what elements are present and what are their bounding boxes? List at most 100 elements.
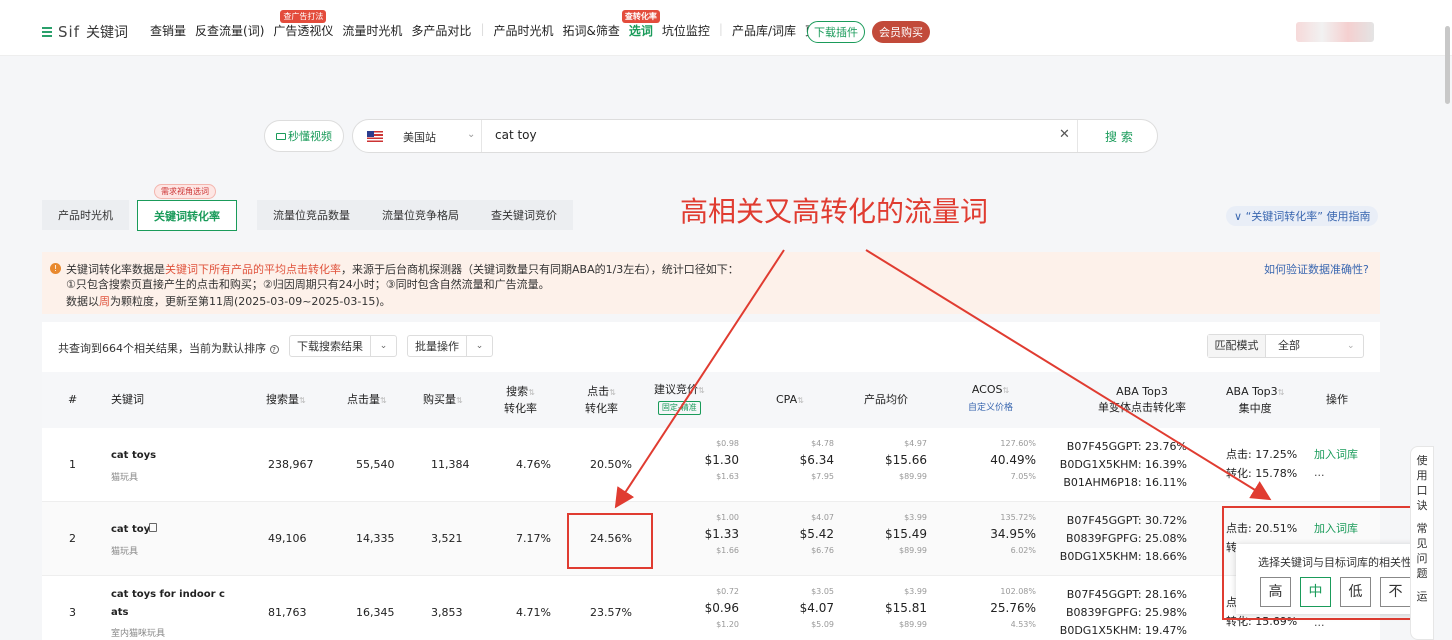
tab-4[interactable]: 查关键词竞价 [475, 200, 573, 230]
keyword-text-wrap[interactable]: ats [111, 607, 128, 618]
table-header: # 关键词 搜索量⇅ 点击量⇅ 购买量⇅ 搜索⇅ 转化率 点击⇅ 转化率 建议竞价⇅… [42, 372, 1380, 428]
suggested-bid: $0.72 $0.96 $1.20 [683, 586, 739, 630]
aba-asin-line[interactable]: B07F45GGPT: 28.16% [1052, 586, 1187, 604]
aba-asin-line[interactable]: B07F45GGPT: 23.76% [1052, 438, 1187, 456]
relevance-option-3[interactable]: 不 [1380, 577, 1411, 607]
more-actions[interactable]: ... [1314, 466, 1325, 479]
col-aba-top3-concentration[interactable]: ABA Top3⇅ 集中度 [1226, 384, 1284, 417]
nav-item-3[interactable]: 流量时光机 [342, 22, 402, 39]
download-results-button[interactable]: 下载搜索结果 ⌄ [289, 335, 397, 357]
tab-badge: 需求视角选词 [154, 184, 216, 199]
match-mode-select[interactable]: 匹配模式 全部 ⌄ [1207, 334, 1364, 358]
bid-mode-pill[interactable]: 固定-精准 [657, 401, 701, 415]
cpa-value-high: $6.76 [811, 546, 834, 555]
side-tab-char: 见 [1416, 537, 1428, 550]
aba-asin-line[interactable]: B07F45GGPT: 30.72% [1052, 512, 1187, 530]
nav-item-8[interactable]: 坑位监控 [662, 22, 710, 39]
avg-price-high: $89.99 [899, 472, 927, 481]
copy-icon[interactable] [149, 523, 157, 532]
tab-0[interactable]: 产品时光机 [42, 200, 129, 230]
relevance-option-2[interactable]: 低 [1340, 577, 1371, 607]
match-mode-value[interactable]: 全部 [1266, 335, 1347, 357]
help-icon[interactable]: ? [269, 345, 279, 354]
suggested-bid: $1.00 $1.33 $1.66 [683, 512, 739, 556]
logo[interactable]: Sif 关键词 [42, 22, 128, 42]
col-acos[interactable]: ACOS⇅ 自定义价格 [968, 382, 1013, 416]
site-select[interactable]: 美国站 [403, 129, 436, 145]
tab-2[interactable]: 流量位竞品数量 [257, 200, 366, 230]
keyword-text[interactable]: cat toys for indoor c [111, 589, 225, 600]
avg-price: $4.97 $15.66 $89.99 [871, 438, 927, 482]
col-click-cvr[interactable]: 点击⇅ 转化率 [585, 384, 618, 417]
clear-icon[interactable]: ✕ [1059, 127, 1070, 142]
tab-3[interactable]: 流量位竞争格局 [366, 200, 475, 230]
chevron-down-icon[interactable]: ⌄ [1347, 335, 1363, 357]
aba-asin-line[interactable]: B0DG1X5KHM: 18.66% [1052, 548, 1187, 566]
menu-icon[interactable] [42, 27, 52, 37]
acos-value-high: 6.02% [1010, 546, 1036, 555]
cpa-value: $4.07 $5.42 $6.76 [778, 512, 834, 556]
nav-item-4[interactable]: 多产品对比 [411, 22, 471, 39]
verify-accuracy-link[interactable]: 如何验证数据准确性? [1264, 261, 1369, 277]
match-mode-label: 匹配模式 [1208, 335, 1266, 357]
click-cvr: 20.50% [590, 458, 632, 471]
relevance-option-0[interactable]: 高 [1260, 577, 1291, 607]
nav-item-1[interactable]: 反查流量(词) [195, 22, 264, 39]
col-operation: 操作 [1326, 393, 1348, 406]
row-index: 3 [69, 606, 76, 619]
video-guide-button[interactable]: 秒懂视频 [264, 120, 344, 152]
acos-custom-price-link[interactable]: 自定义价格 [968, 403, 1013, 413]
batch-action-button[interactable]: 批量操作 ⌄ [407, 335, 493, 357]
user-avatar[interactable] [1296, 22, 1374, 42]
avg-price-mid: $15.49 [885, 527, 927, 541]
row-index: 2 [69, 532, 76, 545]
info-icon: ! [50, 263, 61, 274]
side-tab-char: 运 [1416, 590, 1428, 603]
download-plugin-button[interactable]: 下载插件 [807, 21, 865, 43]
keyword-text[interactable]: cat toy [111, 524, 150, 535]
aba-asin-line[interactable]: B0DG1X5KHM: 16.39% [1052, 456, 1187, 474]
keyword-text[interactable]: cat toys [111, 450, 156, 461]
col-purchases[interactable]: 购买量⇅ [423, 392, 463, 409]
nav-item-9[interactable]: 产品库/词库 [732, 22, 796, 39]
col-search-volume[interactable]: 搜索量⇅ [266, 392, 306, 409]
cpa-value-mid: $5.42 [799, 527, 834, 541]
table-row: 3 cat toys for indoor c ats 室内猫咪玩具 81,763 16,… [42, 576, 1380, 640]
cpa-value-low: $3.05 [811, 587, 834, 596]
chevron-down-icon: ⌄ [466, 336, 492, 356]
col-bid[interactable]: 建议竞价⇅ 固定-精准 [654, 382, 705, 415]
search-cvr: 4.76% [516, 458, 551, 471]
avg-price-low: $4.97 [904, 439, 927, 448]
aba-asin-line[interactable]: B01AHM6P18: 16.11% [1052, 474, 1187, 492]
col-search-cvr[interactable]: 搜索⇅ 转化率 [504, 384, 537, 417]
table-row: 1 cat toys 猫玩具 238,967 55,540 11,384 4.76% 20.5… [42, 428, 1380, 502]
nav-item-0[interactable]: 查销量 [150, 22, 186, 39]
aba-asin-line[interactable]: B0839FGPFG: 25.98% [1052, 604, 1187, 622]
aba-top3-cvr: B07F45GGPT: 23.76% B0DG1X5KHM: 16.39% B01A… [1052, 438, 1187, 492]
nav-item-6[interactable]: 拓词&筛查 [563, 22, 620, 39]
vip-buy-button[interactable]: 会员购买 [872, 21, 930, 43]
col-clicks[interactable]: 点击量⇅ [347, 392, 387, 409]
search-button[interactable]: 搜 索 [1105, 128, 1133, 145]
tab-1[interactable]: 关键词转化率 需求视角选词 [137, 184, 237, 231]
chevron-down-icon: ⌄ [370, 336, 396, 356]
search-cvr: 4.71% [516, 606, 551, 619]
aba-asin-line[interactable]: B0DG1X5KHM: 19.47% [1052, 622, 1187, 640]
search-bar: 美国站 ⌄ cat toy ✕ 搜 索 [352, 119, 1158, 153]
divider [481, 120, 482, 152]
page-scrollbar[interactable] [1445, 26, 1450, 104]
nav-item-5[interactable]: 产品时光机 [493, 22, 553, 39]
add-to-library-link[interactable]: 加入词库 [1314, 446, 1358, 462]
side-help-tab[interactable]: 使用口诀常见问题运 [1410, 446, 1434, 640]
relevance-popover: 选择关键词与目标词库的相关性 高中低不 [1236, 544, 1422, 614]
nav-item-7[interactable]: 选词 查转化率 [621, 10, 660, 39]
col-cpa[interactable]: CPA⇅ [776, 392, 804, 409]
side-tab-char: 题 [1416, 567, 1428, 580]
aba-asin-line[interactable]: B0839FGPFG: 25.08% [1052, 530, 1187, 548]
usage-guide-link[interactable]: ∨ “关键词转化率” 使用指南 [1226, 206, 1379, 226]
cpa-value-high: $7.95 [811, 472, 834, 481]
nav-item-2[interactable]: 广告透视仪 查广告打法 [273, 10, 333, 39]
relevance-option-1[interactable]: 中 [1300, 577, 1331, 607]
search-input[interactable]: cat toy [495, 128, 537, 142]
chevron-down-icon[interactable]: ⌄ [467, 129, 475, 140]
